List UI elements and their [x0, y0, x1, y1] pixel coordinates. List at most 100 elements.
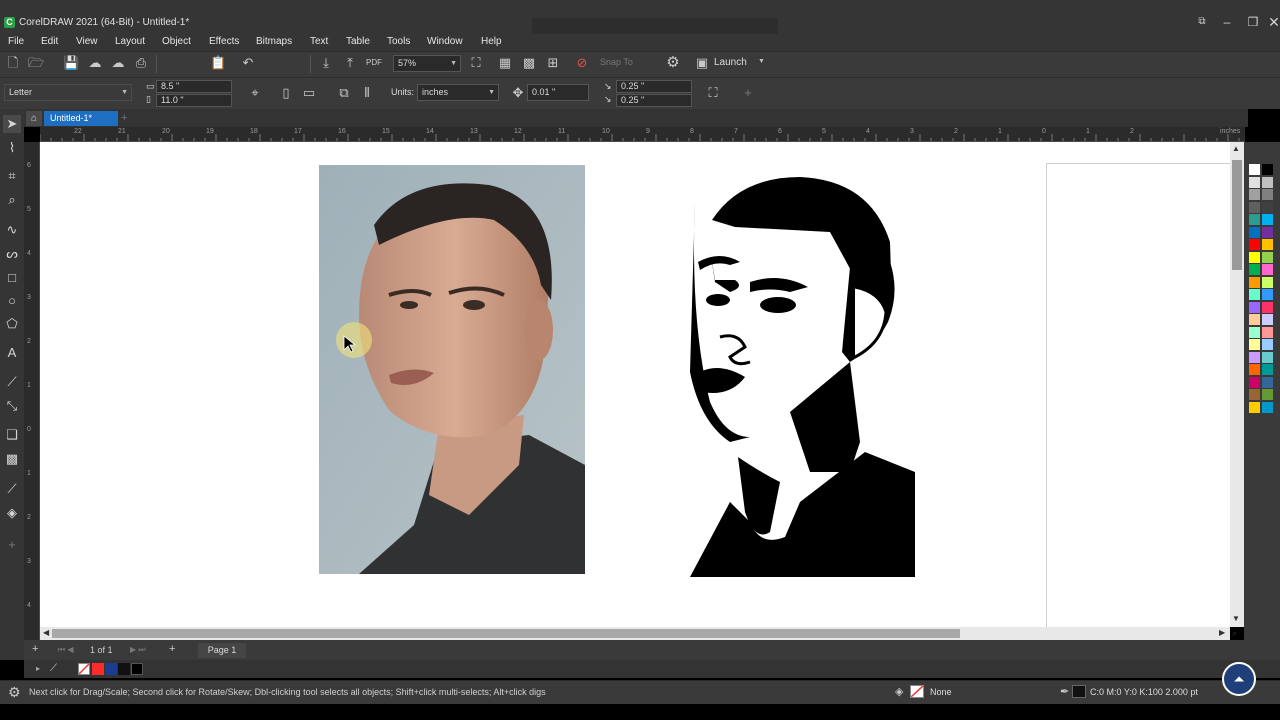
- home-icon[interactable]: ⌂: [26, 111, 42, 126]
- full-screen-icon[interactable]: ⛶: [468, 55, 484, 71]
- transparency-tool-icon[interactable]: ▩: [3, 450, 21, 468]
- palette-swatch[interactable]: [1249, 351, 1260, 363]
- red-swatch[interactable]: [92, 663, 104, 675]
- cloud-icon[interactable]: ☁: [87, 55, 103, 71]
- menu-window[interactable]: Window: [427, 36, 463, 47]
- artistic-media-icon[interactable]: ᔕ: [3, 245, 21, 263]
- menu-layout[interactable]: Layout: [115, 36, 145, 47]
- add-tool-icon[interactable]: +: [3, 536, 21, 554]
- palette-swatch[interactable]: [1262, 401, 1273, 413]
- snap-off-icon[interactable]: ⊘: [574, 55, 590, 71]
- parallel-dimension-icon[interactable]: ⟋: [3, 373, 21, 391]
- first-page-icon[interactable]: ⏮ ◀: [58, 645, 74, 655]
- scroll-down-arrow-icon[interactable]: ▼: [1232, 614, 1240, 623]
- duplicate-y-field[interactable]: 0.25 ": [616, 94, 692, 107]
- all-pages-icon[interactable]: ⌖: [247, 85, 263, 101]
- palette-swatch[interactable]: [1249, 201, 1260, 213]
- open-folder-icon[interactable]: 🗁: [28, 55, 44, 71]
- palette-swatch[interactable]: [1249, 314, 1260, 325]
- page-tab-1[interactable]: Page 1: [198, 643, 246, 658]
- page-size-combo[interactable]: Letter ▼: [4, 84, 132, 101]
- drop-shadow-icon[interactable]: ❑: [3, 426, 21, 444]
- palette-swatch[interactable]: [1249, 176, 1260, 188]
- fill-color-swatch[interactable]: [910, 685, 924, 698]
- undo-icon[interactable]: ↶: [240, 55, 256, 71]
- palette-swatch[interactable]: [1249, 301, 1260, 313]
- cloud-upload-icon[interactable]: ☁: [110, 55, 126, 71]
- add-page-after-icon[interactable]: +: [169, 643, 175, 655]
- palette-swatch[interactable]: [1249, 214, 1260, 225]
- publish-pdf-icon[interactable]: PDF: [366, 55, 382, 71]
- menu-tools[interactable]: Tools: [387, 36, 410, 47]
- bleed-icon[interactable]: ⫴: [359, 85, 375, 101]
- portrait-icon[interactable]: ▯: [278, 85, 294, 101]
- palette-swatch[interactable]: [1262, 176, 1273, 188]
- palette-swatch[interactable]: [1262, 189, 1273, 200]
- zoom-tool-icon[interactable]: ⌕: [3, 191, 21, 209]
- black-swatch[interactable]: [131, 663, 143, 675]
- black-swatch[interactable]: [118, 663, 130, 675]
- gear-icon[interactable]: ⚙: [8, 684, 21, 701]
- blue-swatch[interactable]: [105, 663, 117, 675]
- rectangle-tool-icon[interactable]: □: [3, 269, 21, 287]
- palette-swatch[interactable]: [1249, 289, 1260, 300]
- menu-effects[interactable]: Effects: [209, 36, 239, 47]
- launch-chevron-icon[interactable]: ▼: [758, 58, 765, 65]
- shape-tool-icon[interactable]: ⌇: [3, 139, 21, 157]
- vertical-scroll-thumb[interactable]: [1232, 160, 1242, 270]
- scroll-right-arrow-icon[interactable]: ▶: [1219, 628, 1225, 637]
- palette-swatch[interactable]: [1262, 264, 1273, 275]
- horizontal-ruler[interactable]: 22 21 20 19 18 17 16 15 14 13 12 11 10 9…: [40, 127, 1245, 142]
- duplicate-x-field[interactable]: 0.25 ": [616, 80, 692, 93]
- palette-swatch[interactable]: [1262, 251, 1273, 263]
- palette-swatch[interactable]: [1262, 226, 1273, 238]
- menu-view[interactable]: View: [76, 36, 98, 47]
- palette-swatch[interactable]: [1249, 376, 1260, 388]
- close-button[interactable]: ✕: [1262, 14, 1280, 30]
- menu-table[interactable]: Table: [346, 36, 370, 47]
- text-tool-icon[interactable]: A: [3, 344, 21, 362]
- menu-object[interactable]: Object: [162, 36, 191, 47]
- eyedropper-tool-icon[interactable]: ⟋: [3, 480, 21, 498]
- new-tab-icon[interactable]: +: [121, 112, 127, 124]
- save-icon[interactable]: 💾: [63, 55, 79, 71]
- show-guidelines-icon[interactable]: ⊞: [545, 55, 561, 71]
- show-grid-icon[interactable]: ▩: [521, 55, 537, 71]
- snap-to-dropdown[interactable]: Snap To: [600, 57, 633, 67]
- palette-swatch[interactable]: [1249, 276, 1260, 288]
- page-frame-icon[interactable]: ⛶: [705, 85, 721, 101]
- menu-help[interactable]: Help: [481, 36, 502, 47]
- gear-icon[interactable]: ⚙: [665, 55, 681, 71]
- paste-icon[interactable]: 📋: [210, 55, 226, 71]
- zoom-corner-icon[interactable]: ⌕: [1232, 628, 1237, 639]
- palette-swatch[interactable]: [1262, 326, 1273, 338]
- ellipse-tool-icon[interactable]: ○: [3, 292, 21, 310]
- menu-file[interactable]: File: [8, 36, 24, 47]
- palette-swatch[interactable]: [1249, 401, 1260, 413]
- print-icon[interactable]: ⎙: [133, 55, 149, 71]
- scroll-left-arrow-icon[interactable]: ◀: [43, 628, 49, 637]
- add-plus-icon[interactable]: +: [740, 85, 756, 101]
- palette-swatch[interactable]: [1262, 351, 1273, 363]
- horizontal-scroll-thumb[interactable]: [52, 629, 960, 638]
- page-height-field[interactable]: 11.0 ": [156, 94, 232, 107]
- palette-swatch[interactable]: [1262, 276, 1273, 288]
- palette-swatch[interactable]: [1262, 164, 1273, 175]
- palette-swatch[interactable]: [1249, 239, 1260, 250]
- palette-swatch[interactable]: [1262, 289, 1273, 300]
- palette-swatch[interactable]: [1249, 264, 1260, 275]
- palette-swatch[interactable]: [1262, 389, 1273, 400]
- restore-toolbar-icon[interactable]: ⧉: [1190, 14, 1214, 30]
- palette-swatch[interactable]: [1249, 364, 1260, 375]
- palette-swatch[interactable]: [1249, 326, 1260, 338]
- zoom-level-combo[interactable]: 57% ▼: [393, 55, 461, 72]
- portrait-photo-bitmap[interactable]: [319, 165, 585, 574]
- tab-untitled-1[interactable]: Untitled-1*: [44, 111, 118, 126]
- export-icon[interactable]: ⤒: [342, 55, 358, 71]
- palette-swatch[interactable]: [1249, 389, 1260, 400]
- scroll-up-arrow-icon[interactable]: ▲: [1232, 144, 1240, 153]
- interactive-fill-icon[interactable]: ◈: [3, 504, 21, 522]
- polygon-tool-icon[interactable]: ⬠: [3, 315, 21, 333]
- freehand-tool-icon[interactable]: ∿: [3, 221, 21, 239]
- palette-swatch[interactable]: [1262, 201, 1273, 213]
